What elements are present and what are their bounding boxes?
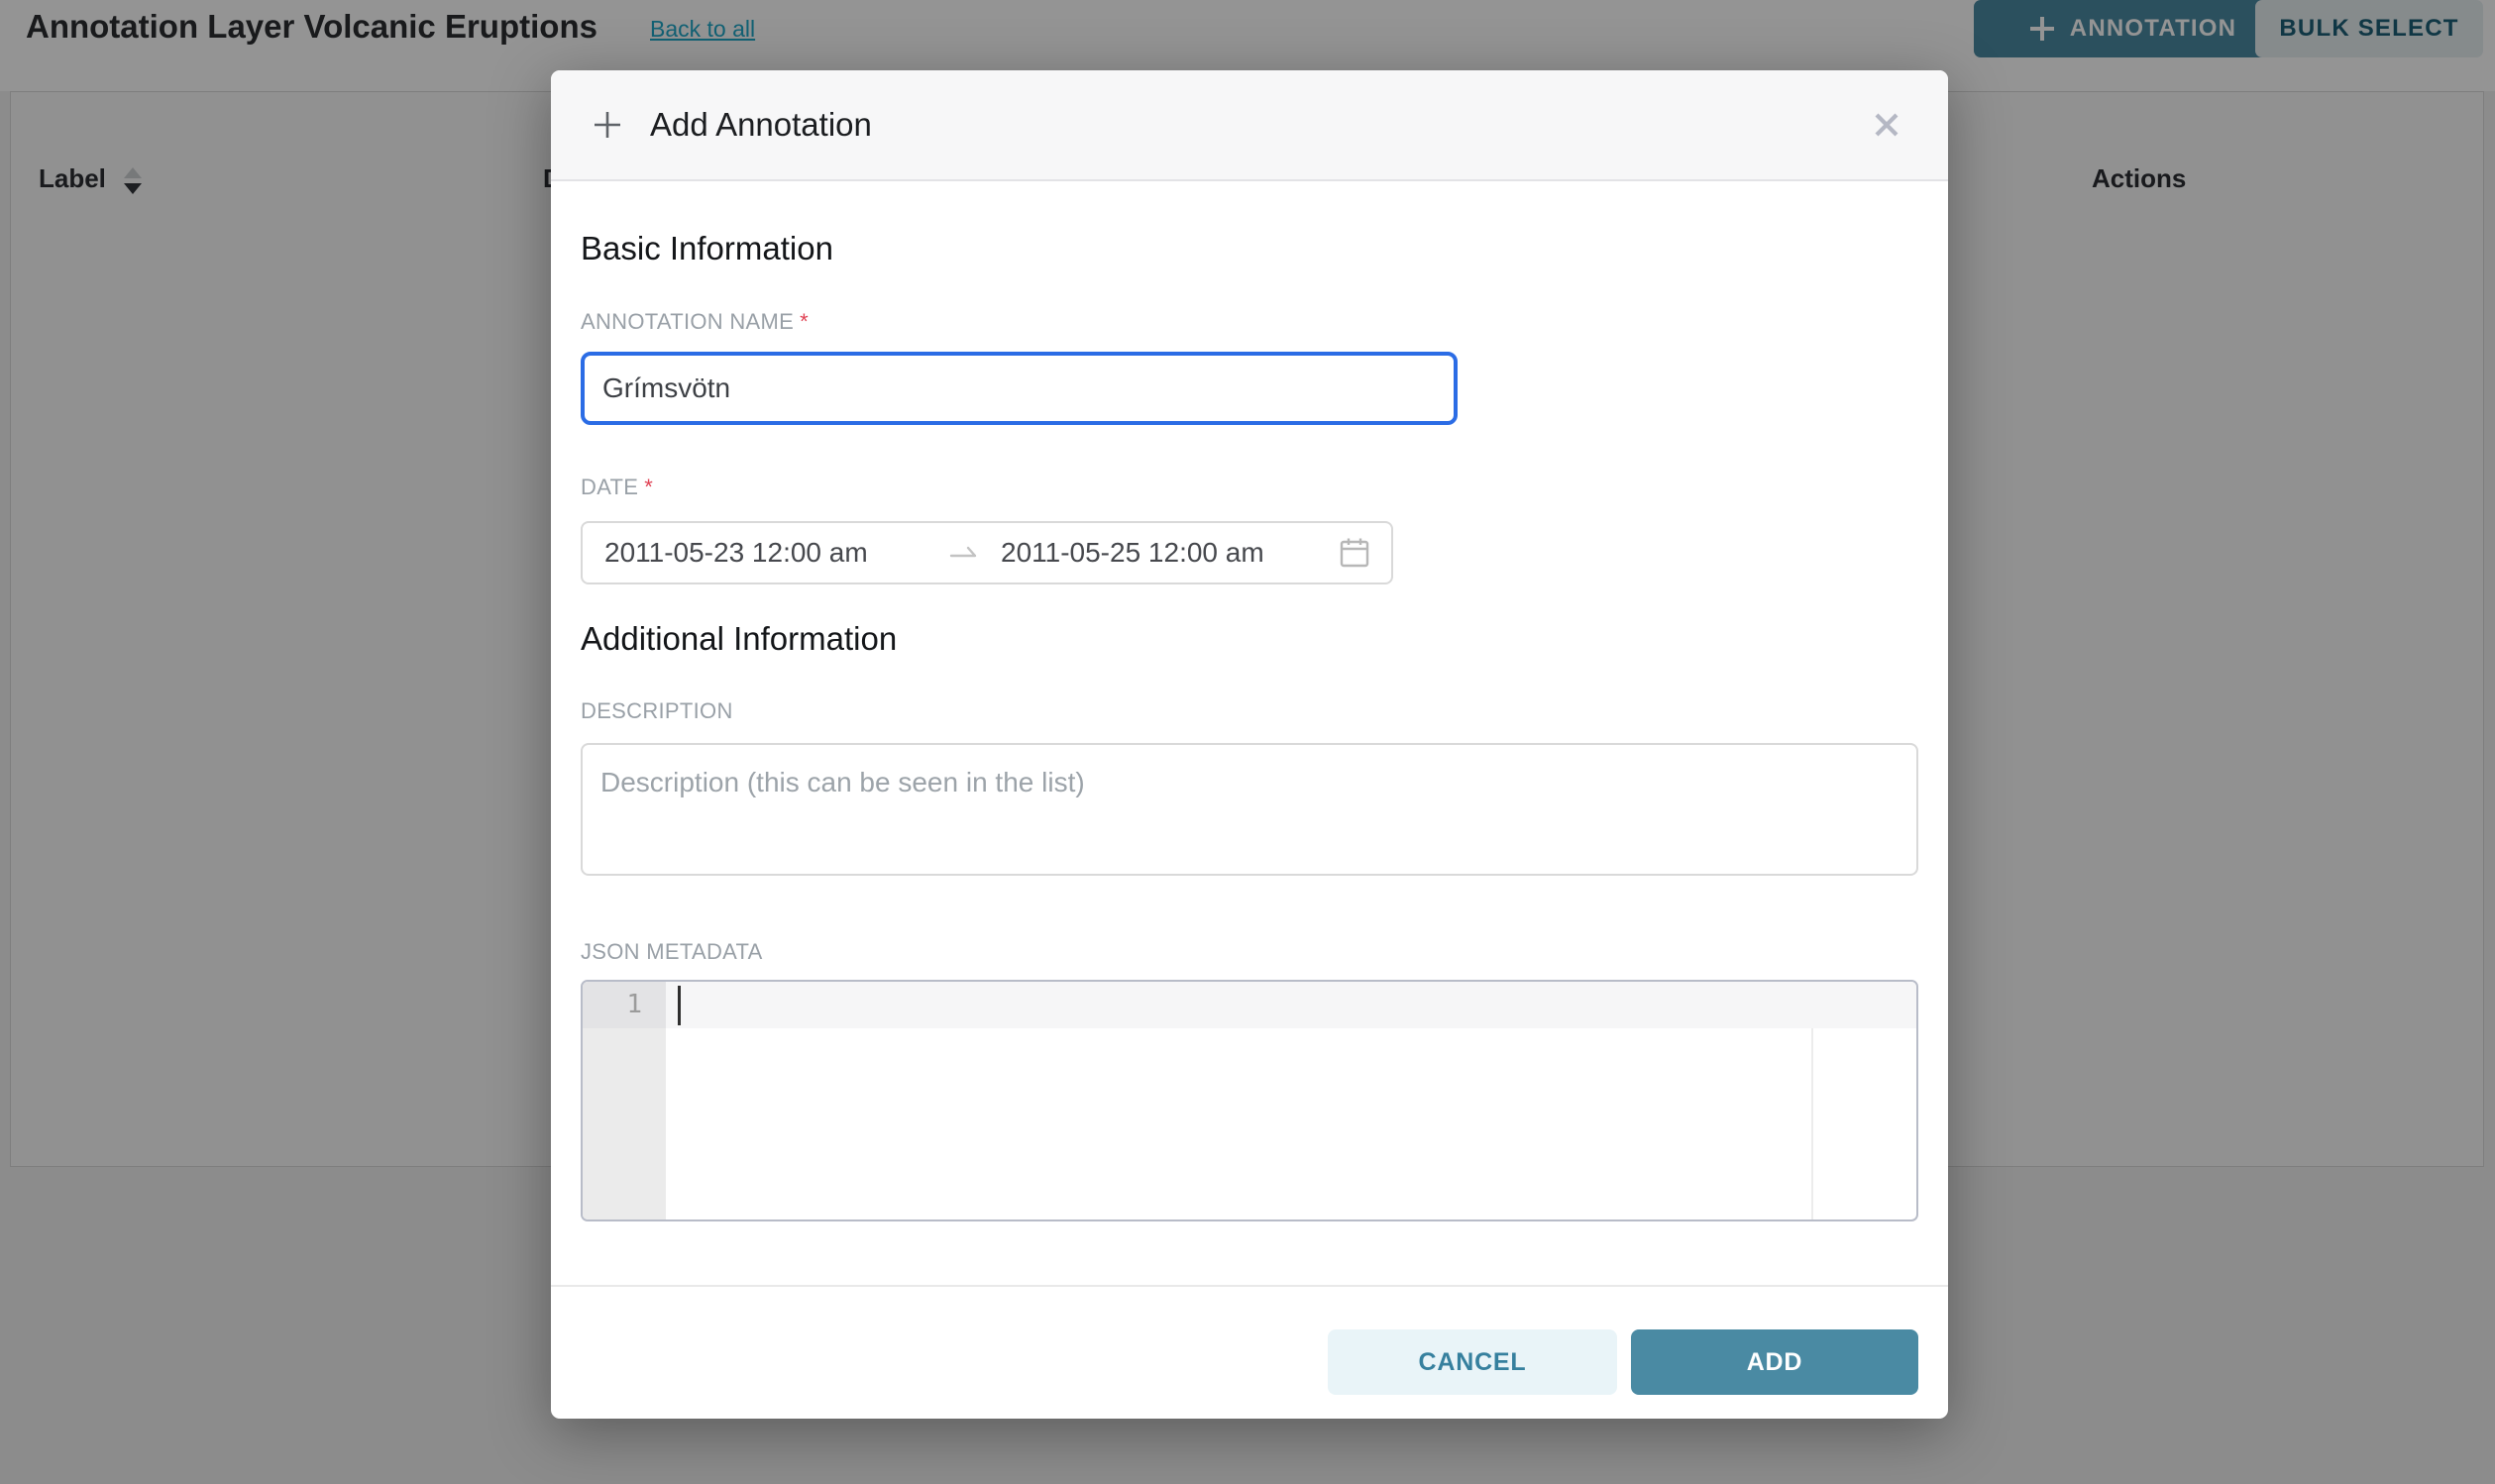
description-label: DESCRIPTION <box>581 697 1918 725</box>
modal-footer: CANCEL ADD <box>581 1287 1918 1395</box>
editor-active-line <box>666 982 1916 1028</box>
section-additional-information: Additional Information <box>581 617 1918 661</box>
json-metadata-editor[interactable]: 1 <box>581 980 1918 1221</box>
modal-header: Add Annotation <box>551 70 1948 181</box>
required-asterisk: * <box>800 309 809 334</box>
plus-icon <box>591 108 624 142</box>
modal-title: Add Annotation <box>650 106 872 144</box>
annotation-name-input[interactable] <box>581 352 1458 425</box>
modal-body: Basic Information ANNOTATION NAME* DATE*… <box>551 227 1948 1395</box>
editor-cursor <box>678 986 681 1025</box>
json-metadata-label: JSON METADATA <box>581 938 1918 966</box>
editor-line-number: 1 <box>583 982 666 1028</box>
date-label: DATE* <box>581 474 1918 501</box>
date-start-value[interactable]: 2011-05-23 12:00 am <box>604 537 888 569</box>
calendar-icon <box>1340 537 1369 569</box>
range-arrow-icon <box>949 543 979 563</box>
close-button[interactable] <box>1871 109 1902 141</box>
close-icon <box>1871 109 1902 141</box>
date-range-picker[interactable]: 2011-05-23 12:00 am 2011-05-25 12:00 am <box>581 521 1393 584</box>
description-textarea[interactable] <box>581 743 1918 876</box>
annotation-name-label: ANNOTATION NAME* <box>581 308 1918 336</box>
add-annotation-modal: Add Annotation Basic Information ANNOTAT… <box>551 70 1948 1419</box>
add-button[interactable]: ADD <box>1631 1329 1918 1395</box>
required-asterisk: * <box>644 475 653 499</box>
cancel-button[interactable]: CANCEL <box>1328 1329 1617 1395</box>
date-end-value[interactable]: 2011-05-25 12:00 am <box>1001 537 1264 569</box>
editor-print-margin <box>1811 1028 1813 1219</box>
app-root: Annotation Layer Volcanic Eruptions Back… <box>0 0 2495 1484</box>
editor-gutter: 1 <box>583 982 666 1219</box>
section-basic-information: Basic Information <box>581 227 1918 270</box>
